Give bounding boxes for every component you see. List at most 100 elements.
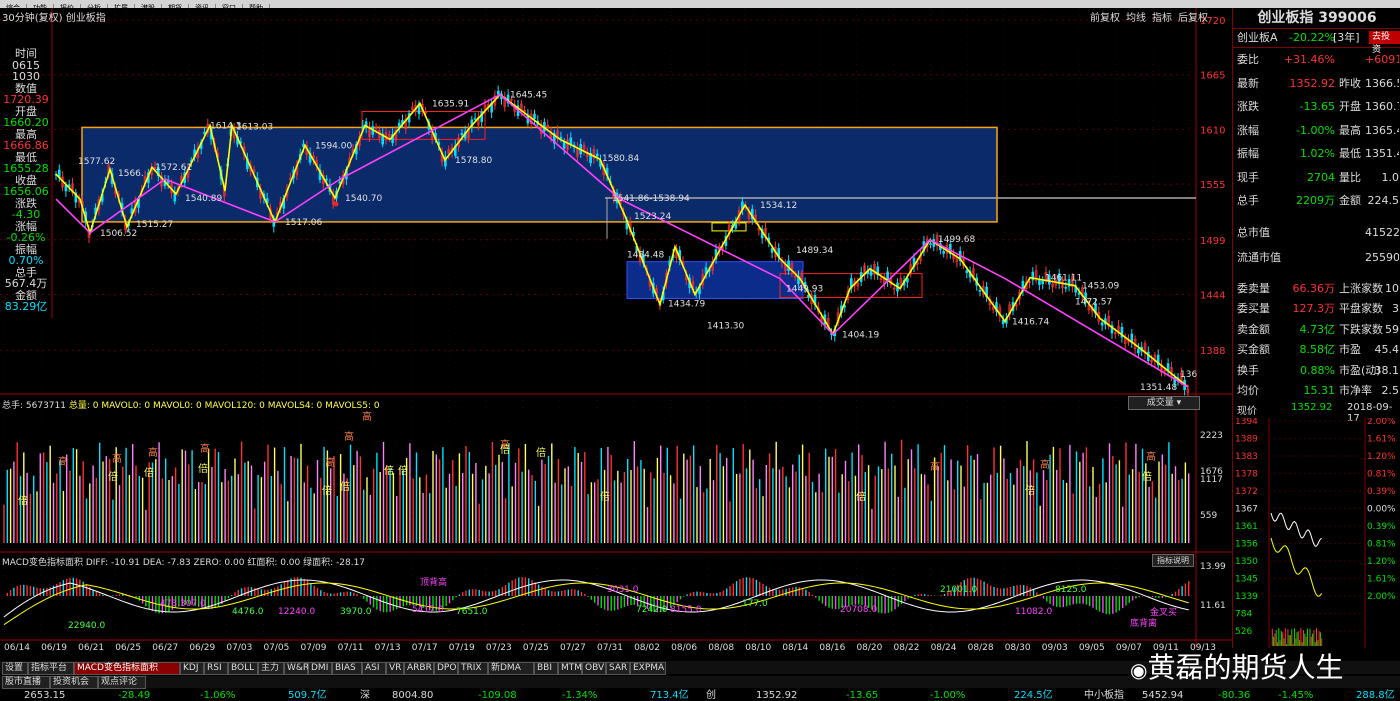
y-tick-1: 1665 xyxy=(1200,71,1225,82)
indicator-tab-19[interactable]: SAR xyxy=(606,662,630,675)
quote-row-label: 流通市值 xyxy=(1237,250,1281,264)
indicator-tab-7[interactable]: W&R xyxy=(284,662,309,675)
quote-row-value2: 1351.4 xyxy=(1365,147,1399,160)
quote-row-b3: 买金额 8.58亿 市盈 45.4 xyxy=(1233,340,1400,360)
status-item-18: 288.8亿 xyxy=(1356,690,1395,701)
bottom-tab-0[interactable]: 股市直播 xyxy=(2,676,50,689)
indicator-tab-17[interactable]: MTM xyxy=(558,662,582,675)
x-tick-14: 07/25 xyxy=(523,643,549,653)
indicator-tab-2[interactable]: MACD变色指标面积 xyxy=(74,662,180,675)
mini-left-tick-11: 784 xyxy=(1235,610,1252,620)
price-label-17: 1413.30 xyxy=(707,321,744,331)
price-label-5: 1540.89 xyxy=(185,194,222,204)
price-label-15: 1489.34 xyxy=(796,246,833,256)
indicator-tab-14[interactable]: TRIX xyxy=(458,662,488,675)
chart-control-3[interactable]: 后复权 xyxy=(1178,13,1208,24)
quote-row-label: 涨幅 xyxy=(1237,123,1259,137)
volume-mavol: 总量: 0 MAVOL0: 0 MAVOL0: 0 MAVOL120: 0 MA… xyxy=(68,401,380,411)
mini-right-tick-6: 0.39% xyxy=(1367,522,1396,532)
indicator-tab-4[interactable]: RSI xyxy=(204,662,228,675)
x-tick-18: 08/06 xyxy=(671,643,697,653)
mini-price-line xyxy=(1270,512,1322,547)
indicator-tab-20[interactable]: EXPMA xyxy=(630,662,666,675)
bottom-tab-1[interactable]: 投资机会 xyxy=(50,676,98,689)
mini-left-tick-4: 1372 xyxy=(1235,487,1258,497)
mini-intraday[interactable]: 现价 1352.92 2018-09-17 1394 1389 1383 1378 1372 1… xyxy=(1233,402,1400,648)
price-label-0: 1577.62 xyxy=(78,157,115,167)
quote-row-value: 66.36万 xyxy=(1292,281,1336,295)
quote-row-label: 总市值 xyxy=(1237,225,1270,239)
price-label-16: 1434.79 xyxy=(668,299,705,309)
candle-body xyxy=(460,133,464,136)
quote-row-b1: 委买量 127.3万 平盘家数 3 xyxy=(1233,299,1400,319)
status-item-12: -1.00% xyxy=(930,690,966,701)
vol-mark-high-4: 高 xyxy=(325,456,335,469)
quote-row-value2: 10 xyxy=(1385,281,1399,295)
chart-control-2[interactable]: 指标 xyxy=(1152,13,1172,24)
x-tick-8: 07/09 xyxy=(301,643,327,653)
status-item-9: 创 xyxy=(706,690,716,701)
macd-label-3: 12240.0 xyxy=(278,607,315,617)
price-label-12: 1523.24 xyxy=(634,212,671,222)
status-item-3: 509.7亿 xyxy=(288,690,327,701)
vol-mark-high-8: 高 xyxy=(1040,458,1050,471)
mini-right-tick-8: 1.20% xyxy=(1367,557,1396,567)
x-tick-11: 07/17 xyxy=(412,643,438,653)
chart-control-1[interactable]: 均线 xyxy=(1126,13,1146,24)
macd-label-9: 8155.0 xyxy=(670,605,702,615)
vol-mark-high-3: 高 xyxy=(200,442,210,455)
vol-mark-bei-6: 倍 xyxy=(384,464,394,477)
x-tick-7: 07/05 xyxy=(263,643,289,653)
price-label-21: 1416.74 xyxy=(1012,317,1049,327)
mini-intraday-chart[interactable]: 1394 1389 1383 1378 1372 1367 1361 1356 1350 1345… xyxy=(1233,418,1400,648)
indicator-tab-10[interactable]: ASI xyxy=(362,662,386,675)
chart-control-0[interactable]: 前复权 xyxy=(1090,13,1120,24)
price-label-24: 1506.52 xyxy=(100,229,137,239)
indicator-tab-3[interactable]: KDJ xyxy=(180,662,204,675)
now-price-label: 现价 xyxy=(1237,406,1257,417)
indicator-tab-6[interactable]: 主力 xyxy=(258,662,284,675)
price-label-28: 1449.93 xyxy=(786,285,823,295)
x-tick-2: 06/21 xyxy=(78,643,104,653)
vol-mark-bei-11: 倍 xyxy=(856,490,866,503)
quote-row-label: 涨跌 xyxy=(1237,100,1259,113)
indicator-tab-18[interactable]: OBV xyxy=(582,662,606,675)
y-tick-5: 1444 xyxy=(1200,291,1225,302)
invest-button[interactable]: 去投资 xyxy=(1369,31,1400,55)
x-tick-28: 09/03 xyxy=(1042,643,1068,653)
vol-mark-high-1: 高 xyxy=(112,452,122,465)
indicator-tab-12[interactable]: ARBR xyxy=(404,662,434,675)
candle-body xyxy=(533,113,536,120)
price-label-14: 1484.48 xyxy=(627,251,664,261)
quote-row-value2: 41522 xyxy=(1365,225,1399,239)
left-info-18: 0.70% xyxy=(8,254,44,267)
mini-right-tick-5: 0.00% xyxy=(1367,505,1396,515)
chart-top-controls[interactable]: 前复权 均线 指标 后复权 xyxy=(1090,9,1214,24)
quote-row-a1: 最新 1352.92昨收 1366.5 xyxy=(1233,74,1400,94)
mini-left-tick-10: 1339 xyxy=(1235,592,1258,602)
indicator-tab-9[interactable]: BIAS xyxy=(332,662,362,675)
mini-right-tick-0: 2.00% xyxy=(1367,418,1396,427)
indicator-tab-11[interactable]: VR xyxy=(386,662,404,675)
indicator-tab-8[interactable]: DMI xyxy=(308,662,332,675)
quote-row-label: 换手 xyxy=(1237,363,1259,377)
macd-label-11: 20708.0 xyxy=(840,605,877,615)
quote-row-label2: 开盘 xyxy=(1339,100,1361,113)
watermark-text: 黄磊的期货人生 xyxy=(1147,651,1344,684)
indicator-tab-15[interactable]: 新DMA xyxy=(488,662,534,675)
quote-row-value: +31.46% xyxy=(1283,53,1335,66)
bottom-tab-2[interactable]: 观点评论 xyxy=(98,676,146,689)
volume-dropdown[interactable]: 成交量 ▾ xyxy=(1128,396,1200,410)
indicator-help-button[interactable]: 指标说明 xyxy=(1152,554,1194,567)
quote-row-value2: 3 xyxy=(1392,302,1399,315)
indicator-tab-1[interactable]: 指标平台 xyxy=(28,662,74,675)
indicator-tab-13[interactable]: DPO xyxy=(434,662,458,675)
left-info-10: 1655.28 xyxy=(3,162,49,175)
indicator-tab-0[interactable]: 设置 xyxy=(2,662,28,675)
candle-body xyxy=(869,270,873,276)
indicator-tab-5[interactable]: BOLL xyxy=(228,662,258,675)
x-tick-24: 08/22 xyxy=(894,643,920,653)
quote-row-a0: 委比 +31.46% +60917 xyxy=(1233,50,1400,70)
indicator-tab-16[interactable]: BBI xyxy=(534,662,558,675)
vol-mark-bei-3: 倍 xyxy=(198,462,208,475)
